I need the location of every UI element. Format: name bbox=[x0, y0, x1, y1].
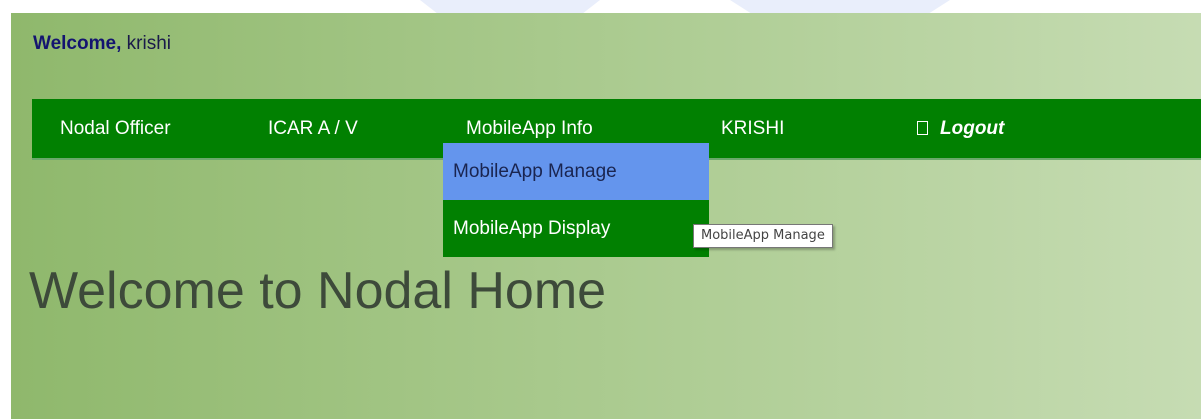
welcome-label: Welcome, bbox=[33, 33, 122, 54]
page-title: Welcome to Nodal Home bbox=[29, 262, 607, 320]
dropdown-item-mobileapp-display[interactable]: MobileApp Display bbox=[443, 200, 709, 257]
nav-label: KRISHI bbox=[721, 118, 785, 139]
nav-label: ICAR A / V bbox=[268, 118, 358, 139]
nav-item-nodal-officer[interactable]: Nodal Officer bbox=[60, 99, 171, 158]
nav-item-icar-av[interactable]: ICAR A / V bbox=[268, 99, 358, 158]
nav-label: Nodal Officer bbox=[60, 118, 171, 139]
dropdown-label: MobileApp Display bbox=[453, 218, 611, 239]
nav-item-krishi[interactable]: KRISHI bbox=[721, 99, 784, 158]
tooltip: MobileApp Manage bbox=[693, 224, 833, 248]
nav-label: Logout bbox=[940, 118, 1005, 139]
nav-item-logout[interactable]: Logout bbox=[917, 99, 1004, 158]
mobileapp-info-dropdown: MobileApp Manage MobileApp Display bbox=[443, 143, 709, 257]
nav-label: MobileApp Info bbox=[466, 118, 593, 139]
welcome-message: Welcome, krishi bbox=[33, 33, 171, 55]
username: krishi bbox=[126, 33, 171, 54]
dropdown-label: MobileApp Manage bbox=[453, 161, 617, 182]
dropdown-item-mobileapp-manage[interactable]: MobileApp Manage bbox=[443, 143, 709, 200]
box-icon bbox=[917, 121, 928, 135]
